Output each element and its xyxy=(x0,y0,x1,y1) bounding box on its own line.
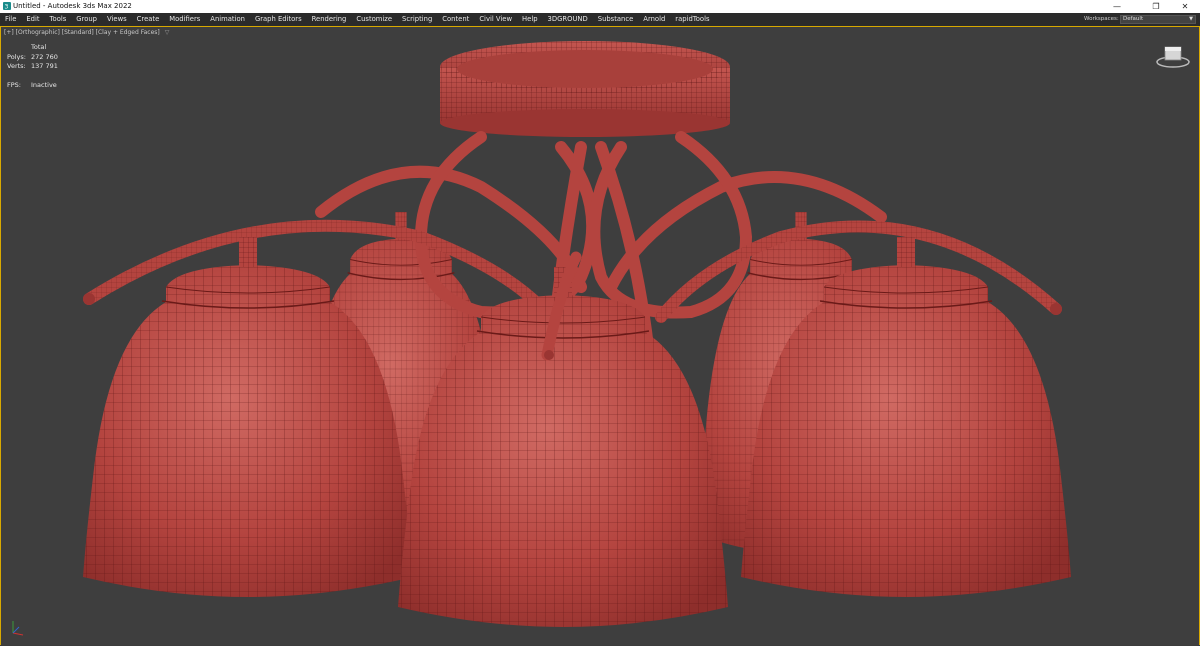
polys-label: Polys: xyxy=(7,52,26,61)
verts-value: 137 791 xyxy=(31,62,58,70)
statistics-overlay: Total Polys: 272 760 Verts: 137 791 FPS: In… xyxy=(7,43,58,90)
menu-list: File Edit Tools Group Views Create Modifiers An… xyxy=(0,13,715,26)
viewcube-icon[interactable] xyxy=(1155,43,1191,69)
chevron-down-icon: ▼ xyxy=(1189,16,1193,22)
menu-item-file[interactable]: File xyxy=(0,13,21,26)
filter-icon[interactable]: ▽ xyxy=(165,29,170,36)
arm-finial-left xyxy=(83,293,95,305)
viewport-label-text[interactable]: [+] [Orthographic] [Standard] [Clay + Ed… xyxy=(4,29,160,36)
stats-header: Total xyxy=(31,43,47,51)
menu-item-tools[interactable]: Tools xyxy=(45,13,72,26)
close-button[interactable]: ✕ xyxy=(1172,0,1198,13)
minimize-button[interactable]: — xyxy=(1104,0,1130,13)
menu-item-modifiers[interactable]: Modifiers xyxy=(164,13,205,26)
menu-bar: File Edit Tools Group Views Create Modifiers An… xyxy=(0,13,1200,26)
menu-item-edit[interactable]: Edit xyxy=(21,13,44,26)
menu-item-arnold[interactable]: Arnold xyxy=(638,13,670,26)
axis-tripod-icon xyxy=(12,621,24,636)
viewport-label[interactable]: [+] [Orthographic] [Standard] [Clay + Ed… xyxy=(4,29,169,36)
title-bar: 3 Untitled - Autodesk 3ds Max 2022 — ❐ ✕ xyxy=(0,0,1200,13)
menu-item-rendering[interactable]: Rendering xyxy=(307,13,352,26)
arm-finial-right xyxy=(1050,303,1062,315)
scene-render[interactable] xyxy=(1,27,1200,646)
menu-item-scripting[interactable]: Scripting xyxy=(397,13,437,26)
verts-label: Verts: xyxy=(7,62,26,70)
menu-item-group[interactable]: Group xyxy=(71,13,102,26)
menu-item-create[interactable]: Create xyxy=(132,13,165,26)
workspaces-label: Workspaces: xyxy=(1084,16,1119,22)
menu-item-help[interactable]: Help xyxy=(517,13,543,26)
menu-item-rapidtools[interactable]: rapidTools xyxy=(670,13,714,26)
workspace-dropdown[interactable]: Default ▼ xyxy=(1120,15,1196,24)
menu-item-substance[interactable]: Substance xyxy=(593,13,639,26)
polys-value: 272 760 xyxy=(31,52,58,61)
perspective-viewport[interactable]: [+] [Orthographic] [Standard] [Clay + Ed… xyxy=(0,26,1200,645)
menu-item-animation[interactable]: Animation xyxy=(205,13,250,26)
menu-item-views[interactable]: Views xyxy=(102,13,132,26)
window-title: Untitled - Autodesk 3ds Max 2022 xyxy=(13,2,132,10)
maximize-button[interactable]: ❐ xyxy=(1143,0,1169,13)
menu-item-content[interactable]: Content xyxy=(437,13,474,26)
menu-item-3dground[interactable]: 3DGROUND xyxy=(543,13,593,26)
menu-item-civil-view[interactable]: Civil View xyxy=(474,13,517,26)
menu-item-graph-editors[interactable]: Graph Editors xyxy=(250,13,307,26)
fps-label: FPS: xyxy=(7,80,21,89)
svg-text:3: 3 xyxy=(5,4,9,11)
app-icon: 3 xyxy=(3,2,11,10)
ceiling-mount xyxy=(440,41,730,137)
fps-value: Inactive xyxy=(31,80,57,89)
menu-item-customize[interactable]: Customize xyxy=(351,13,397,26)
workspace-value: Default xyxy=(1123,16,1144,22)
